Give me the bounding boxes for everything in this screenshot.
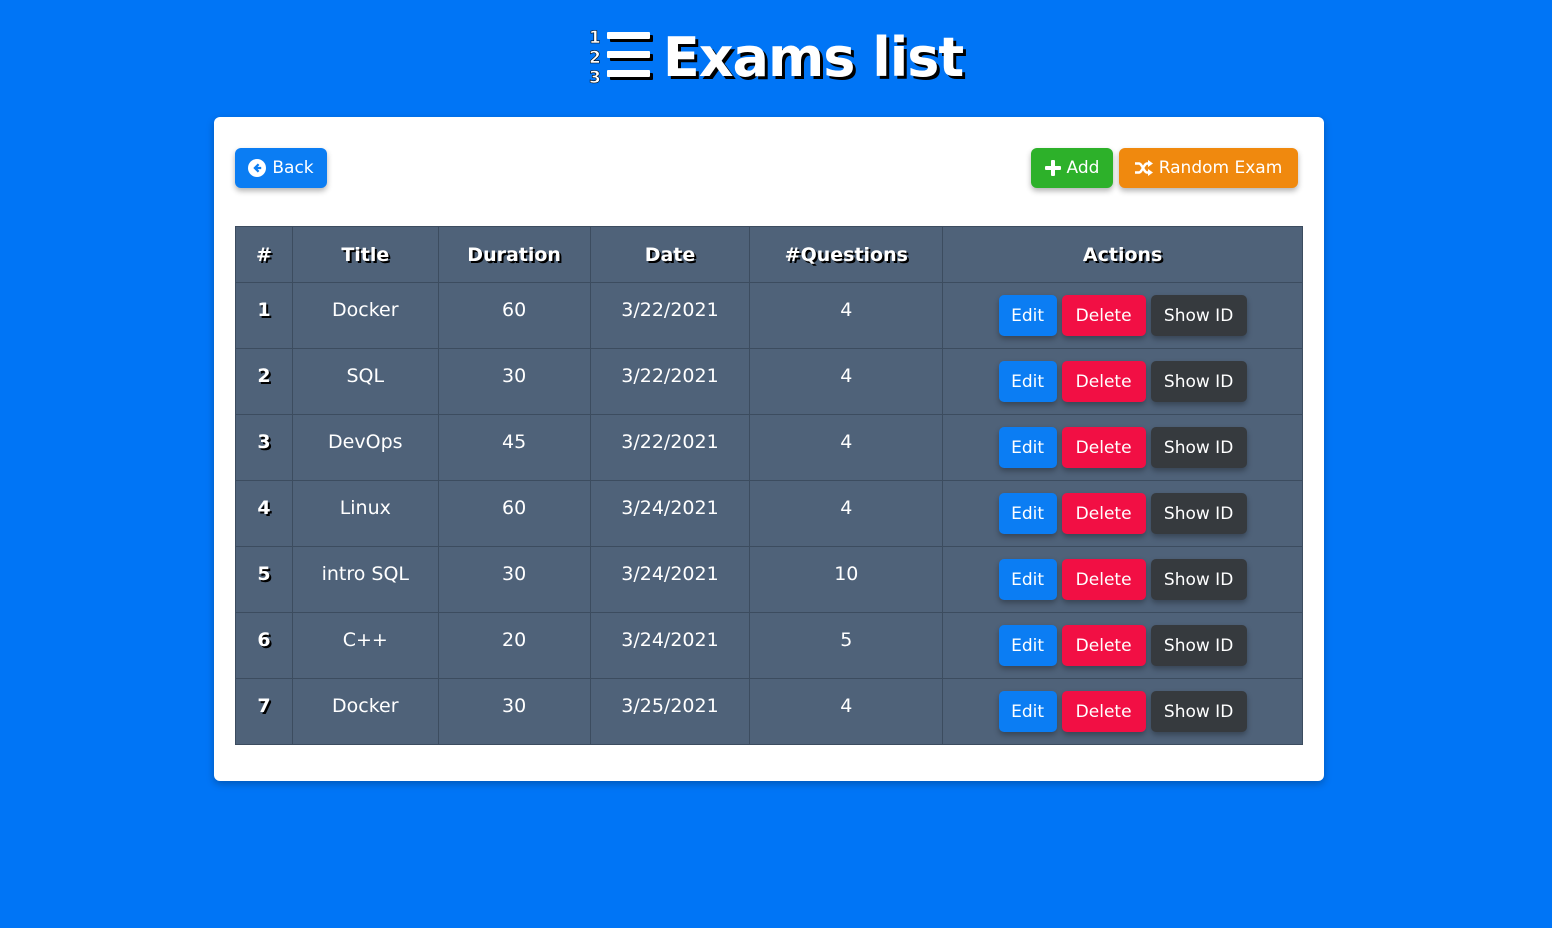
exam-number: 1 xyxy=(235,282,293,349)
exam-actions: Edit Delete Show ID xyxy=(942,546,1303,613)
show-id-button[interactable]: Show ID xyxy=(1150,427,1247,468)
edit-button[interactable]: Edit xyxy=(998,361,1057,402)
exam-duration: 30 xyxy=(437,546,591,613)
exam-title: Docker xyxy=(291,282,439,349)
delete-button[interactable]: Delete xyxy=(1061,493,1146,534)
exam-questions: 4 xyxy=(749,348,944,415)
table-row: 3 DevOps 45 3/22/2021 4 Edit Delete Show… xyxy=(235,414,1303,481)
exam-questions: 4 xyxy=(749,678,944,745)
random-exam-button[interactable]: Random Exam xyxy=(1119,148,1298,188)
exam-actions: Edit Delete Show ID xyxy=(942,348,1303,415)
edit-button[interactable]: Edit xyxy=(998,559,1057,600)
exam-date: 3/24/2021 xyxy=(589,546,751,613)
random-exam-button-label: Random Exam xyxy=(1158,158,1283,178)
exams-table: # Title Duration Date #Questions Actions… xyxy=(235,226,1303,745)
exam-actions: Edit Delete Show ID xyxy=(942,282,1303,349)
delete-button[interactable]: Delete xyxy=(1061,625,1146,666)
edit-button[interactable]: Edit xyxy=(998,295,1057,336)
show-id-button[interactable]: Show ID xyxy=(1150,361,1247,402)
exam-number: 6 xyxy=(235,612,293,679)
exam-date: 3/24/2021 xyxy=(589,612,751,679)
add-button[interactable]: Add xyxy=(1031,148,1113,188)
add-button-label: Add xyxy=(1066,158,1100,178)
delete-button[interactable]: Delete xyxy=(1061,691,1146,732)
column-header-actions: Actions xyxy=(942,226,1303,283)
exam-date: 3/22/2021 xyxy=(589,348,751,415)
edit-button[interactable]: Edit xyxy=(998,427,1057,468)
exam-duration: 20 xyxy=(437,612,591,679)
arrow-left-circle-icon xyxy=(248,159,267,177)
exam-actions: Edit Delete Show ID xyxy=(942,414,1303,481)
table-row: 5 intro SQL 30 3/24/2021 10 Edit Delete … xyxy=(235,546,1303,613)
exam-number: 7 xyxy=(235,678,293,745)
exam-duration: 60 xyxy=(437,282,591,349)
table-row: 4 Linux 60 3/24/2021 4 Edit Delete Show … xyxy=(235,480,1303,547)
list-icon-digit: 1 xyxy=(589,28,601,48)
show-id-button[interactable]: Show ID xyxy=(1150,493,1247,534)
ordered-list-icon: 1 2 3 xyxy=(589,28,653,86)
exam-number: 4 xyxy=(235,480,293,547)
exam-duration: 45 xyxy=(437,414,591,481)
exam-title: Docker xyxy=(291,678,439,745)
page-title: Exams list xyxy=(662,25,964,89)
exam-number: 2 xyxy=(235,348,293,415)
list-icon-digit: 2 xyxy=(589,48,601,68)
exam-title: intro SQL xyxy=(291,546,439,613)
table-header-row: # Title Duration Date #Questions Actions xyxy=(235,226,1303,283)
exam-duration: 30 xyxy=(437,348,591,415)
exam-questions: 5 xyxy=(749,612,944,679)
show-id-button[interactable]: Show ID xyxy=(1150,625,1247,666)
exam-questions: 4 xyxy=(749,414,944,481)
exams-card: Back Add Random Exam # Title Duration Da… xyxy=(214,117,1324,781)
show-id-button[interactable]: Show ID xyxy=(1150,691,1247,732)
column-header-questions: #Questions xyxy=(749,226,944,283)
delete-button[interactable]: Delete xyxy=(1061,427,1146,468)
table-row: 6 C++ 20 3/24/2021 5 Edit Delete Show ID xyxy=(235,612,1303,679)
page-header: 1 2 3 Exams list xyxy=(0,22,1552,92)
list-icon-digit: 3 xyxy=(589,68,601,86)
table-row: 1 Docker 60 3/22/2021 4 Edit Delete Show… xyxy=(235,282,1303,349)
exam-actions: Edit Delete Show ID xyxy=(942,678,1303,745)
exam-number: 5 xyxy=(235,546,293,613)
plus-icon xyxy=(1044,160,1061,176)
delete-button[interactable]: Delete xyxy=(1061,295,1146,336)
exam-date: 3/22/2021 xyxy=(589,414,751,481)
edit-button[interactable]: Edit xyxy=(998,493,1057,534)
exam-questions: 4 xyxy=(749,282,944,349)
exam-duration: 30 xyxy=(437,678,591,745)
exam-date: 3/25/2021 xyxy=(589,678,751,745)
back-button[interactable]: Back xyxy=(235,148,327,188)
exam-date: 3/22/2021 xyxy=(589,282,751,349)
exam-questions: 4 xyxy=(749,480,944,547)
exam-title: DevOps xyxy=(291,414,439,481)
exam-actions: Edit Delete Show ID xyxy=(942,612,1303,679)
exam-title: SQL xyxy=(291,348,439,415)
column-header-title: Title xyxy=(291,226,439,283)
edit-button[interactable]: Edit xyxy=(998,691,1057,732)
back-button-label: Back xyxy=(272,158,314,178)
exam-number: 3 xyxy=(235,414,293,481)
exam-title: Linux xyxy=(291,480,439,547)
column-header-number: # xyxy=(235,226,293,283)
show-id-button[interactable]: Show ID xyxy=(1150,295,1247,336)
edit-button[interactable]: Edit xyxy=(998,625,1057,666)
exam-title: C++ xyxy=(291,612,439,679)
table-row: 7 Docker 30 3/25/2021 4 Edit Delete Show… xyxy=(235,678,1303,745)
exam-questions: 10 xyxy=(749,546,944,613)
table-row: 2 SQL 30 3/22/2021 4 Edit Delete Show ID xyxy=(235,348,1303,415)
show-id-button[interactable]: Show ID xyxy=(1150,559,1247,600)
exam-duration: 60 xyxy=(437,480,591,547)
column-header-date: Date xyxy=(589,226,751,283)
exam-actions: Edit Delete Show ID xyxy=(942,480,1303,547)
shuffle-icon xyxy=(1134,160,1153,176)
exam-date: 3/24/2021 xyxy=(589,480,751,547)
column-header-duration: Duration xyxy=(437,226,591,283)
delete-button[interactable]: Delete xyxy=(1061,361,1146,402)
delete-button[interactable]: Delete xyxy=(1061,559,1146,600)
